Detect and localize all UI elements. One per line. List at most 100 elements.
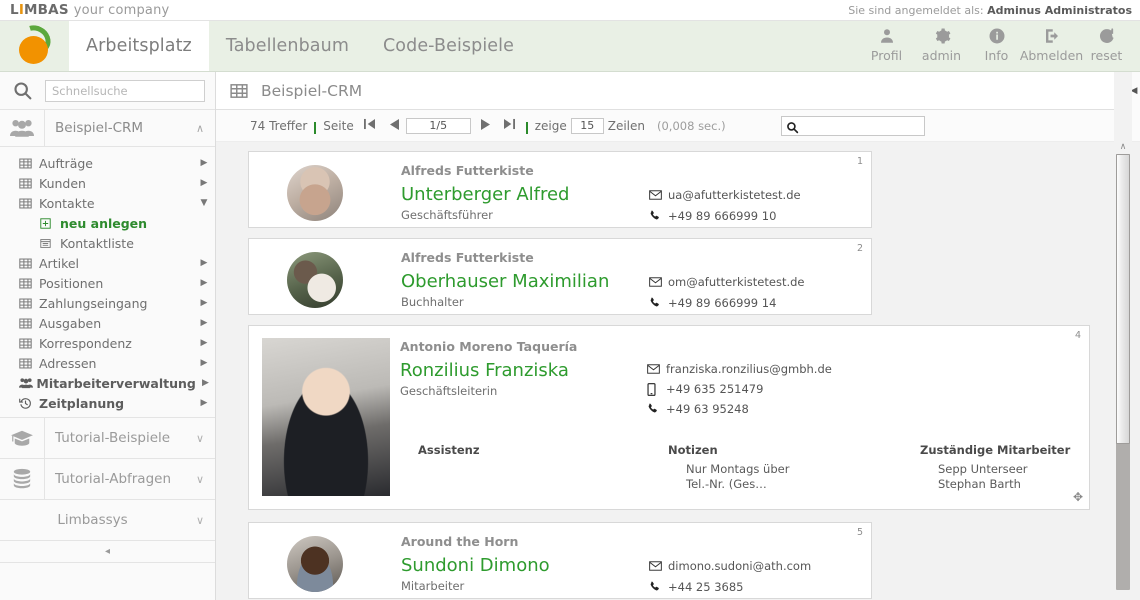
sidebar-collapse-button[interactable]: ◂: [0, 541, 215, 563]
sidebar-item-label: Mitarbeiterverwaltung: [36, 375, 196, 391]
breadcrumb: Beispiel-CRM ◀: [216, 72, 1140, 110]
scrollbar-track[interactable]: [1116, 154, 1130, 590]
quick-search-row: [0, 72, 215, 110]
last-page-button[interactable]: [500, 118, 519, 133]
sidebar-group-tutorial-beispiele[interactable]: Tutorial-Beispiele ∨: [0, 417, 215, 459]
record-card[interactable]: 5 Around the Horn Sundoni Dimono Mitarbe…: [248, 522, 872, 599]
profile-button[interactable]: Profil: [859, 21, 914, 63]
plus-box-icon: [40, 217, 60, 229]
record-card[interactable]: 4 Antonio Moreno Taquería Ronzilius Fran…: [248, 325, 1090, 510]
previous-page-button[interactable]: [386, 118, 403, 133]
phone-icon: [647, 403, 666, 415]
card-email[interactable]: om@afutterkistetest.de: [649, 275, 805, 289]
card-phone[interactable]: +44 25 3685: [649, 580, 743, 594]
sidebar-item-zeitplanung[interactable]: Zeitplanung ▶: [0, 393, 215, 413]
chevron-down-icon[interactable]: ▼: [193, 198, 215, 208]
vertical-scrollbar[interactable]: ∧: [1114, 72, 1132, 600]
logout-button[interactable]: Abmelden: [1020, 21, 1083, 63]
section-body-notizen: Nur Montags über Tel.-Nr. (Ges…: [686, 462, 789, 492]
phone-icon: [649, 297, 668, 309]
first-page-button[interactable]: [360, 118, 379, 133]
section-body-zustaendige-mitarbeiter: Sepp Unterseer Stephan Barth: [938, 462, 1028, 492]
sidebar-item-ausgaben[interactable]: Ausgaben ▶: [0, 313, 215, 333]
avatar: [287, 536, 343, 592]
card-phone[interactable]: +49 89 666999 14: [649, 296, 776, 310]
sidebar-item-artikel[interactable]: Artikel ▶: [0, 253, 215, 273]
brand-logo-text: LIMBAS your company: [10, 2, 169, 18]
chevron-right-icon[interactable]: ▶: [193, 298, 215, 308]
admin-button[interactable]: admin: [914, 21, 969, 63]
tab-code-beispiele[interactable]: Code-Beispiele: [366, 21, 531, 71]
sidebar-group-beispiel-crm[interactable]: Beispiel-CRM ∧: [0, 109, 215, 147]
quick-search-input[interactable]: [45, 79, 205, 102]
card-role: Buchhalter: [401, 295, 464, 309]
sidebar-group-limbassys[interactable]: Limbassys ∨: [0, 500, 215, 541]
login-prefix: Sie sind angemeldet als:: [848, 4, 984, 17]
sidebar-item-mitarbeiterverwaltung[interactable]: Mitarbeiterverwaltung ▶: [0, 373, 215, 393]
scroll-up-button[interactable]: ∧: [1114, 140, 1132, 154]
tab-arbeitsplatz[interactable]: Arbeitsplatz: [69, 21, 209, 71]
group-users-icon: [0, 109, 45, 147]
card-email[interactable]: ua@afutterkistetest.de: [649, 188, 801, 202]
chevron-right-icon[interactable]: ▶: [193, 358, 215, 368]
group-users-icon: [19, 377, 36, 389]
card-person-name[interactable]: Ronzilius Franziska: [400, 360, 569, 381]
chevron-right-icon[interactable]: ▶: [193, 158, 215, 168]
results-search-input[interactable]: [801, 116, 922, 135]
chevron-down-icon: ∨: [195, 472, 205, 486]
app-logo[interactable]: [1, 19, 69, 71]
chevron-right-icon[interactable]: ▶: [193, 258, 215, 268]
avatar-photo: [287, 165, 343, 221]
info-button[interactable]: Info: [969, 21, 1024, 63]
move-handle[interactable]: ✥: [1073, 490, 1083, 504]
sidebar-tree: Aufträge ▶ Kunden ▶ Kontakte ▼ neu anleg…: [0, 147, 215, 418]
app-header: Arbeitsplatz Tabellenbaum Code-Beispiele…: [0, 19, 1140, 72]
gear-icon: [933, 25, 951, 47]
sidebar-item-kunden[interactable]: Kunden ▶: [0, 173, 215, 193]
card-phone-value: +44 25 3685: [668, 580, 744, 594]
next-page-button[interactable]: [477, 118, 494, 133]
sidebar-item-kontakte[interactable]: Kontakte ▼: [0, 193, 215, 213]
collapse-left-icon: ◂: [104, 546, 111, 557]
reset-button[interactable]: reset: [1079, 21, 1134, 63]
sidebar-group-label: Tutorial-Abfragen: [55, 471, 172, 487]
chevron-right-icon[interactable]: ▶: [193, 178, 215, 188]
sidebar-item-adressen[interactable]: Adressen ▶: [0, 353, 215, 373]
chevron-right-icon[interactable]: ▶: [193, 318, 215, 328]
sidebar-item-neu-anlegen[interactable]: neu anlegen: [0, 213, 215, 233]
card-phone[interactable]: +49 63 95248: [647, 402, 749, 416]
page-number-input[interactable]: [405, 117, 471, 134]
results-search-box[interactable]: [780, 115, 925, 136]
section-header-zustaendige-mitarbeiter: Zuständige Mitarbeiter: [920, 443, 1071, 457]
chevron-right-icon[interactable]: ▶: [193, 398, 215, 408]
sidebar-item-kontaktliste[interactable]: Kontaktliste: [0, 233, 215, 253]
sidebar-item-positionen[interactable]: Positionen ▶: [0, 273, 215, 293]
chevron-right-icon[interactable]: ▶: [196, 378, 215, 388]
history-icon: [19, 397, 39, 410]
record-card[interactable]: 2 Alfreds Futterkiste Oberhauser Maximil…: [248, 238, 872, 315]
sidebar-item-auftraege[interactable]: Aufträge ▶: [0, 153, 215, 173]
list-box-icon: [40, 238, 60, 249]
card-person-name[interactable]: Unterberger Alfred: [401, 184, 569, 205]
chevron-right-icon[interactable]: ▶: [193, 338, 215, 348]
sidebar-item-zahlungseingang[interactable]: Zahlungseingang ▶: [0, 293, 215, 313]
card-email[interactable]: franziska.ronzilius@gmbh.de: [647, 362, 832, 376]
avatar-photo: [262, 338, 390, 496]
sidebar-item-korrespondenz[interactable]: Korrespondenz ▶: [0, 333, 215, 353]
sidebar-group-tutorial-abfragen[interactable]: Tutorial-Abfragen ∨: [0, 458, 215, 500]
search-icon[interactable]: [0, 80, 45, 101]
scrollbar-thumb[interactable]: [1116, 154, 1130, 444]
avatar-photo: [287, 252, 343, 308]
tab-tabellenbaum[interactable]: Tabellenbaum: [209, 21, 366, 71]
card-mobile[interactable]: +49 635 251479: [647, 382, 763, 396]
chevron-right-icon[interactable]: ▶: [193, 278, 215, 288]
card-email[interactable]: dimono.sudoni@ath.com: [649, 559, 811, 573]
database-icon: [0, 458, 45, 500]
card-person-name[interactable]: Oberhauser Maximilian: [401, 271, 609, 292]
card-person-name[interactable]: Sundoni Dimono: [401, 555, 550, 576]
results-toolbar: 74 Treffer Seite zeige Zeilen (0,008 sec…: [216, 110, 1140, 142]
card-phone[interactable]: +49 89 666999 10: [649, 209, 776, 223]
rows-per-page-input[interactable]: [570, 117, 604, 134]
card-email-value: om@afutterkistetest.de: [668, 275, 805, 289]
record-card[interactable]: 1 Alfreds Futterkiste Unterberger Alfred…: [248, 151, 872, 228]
